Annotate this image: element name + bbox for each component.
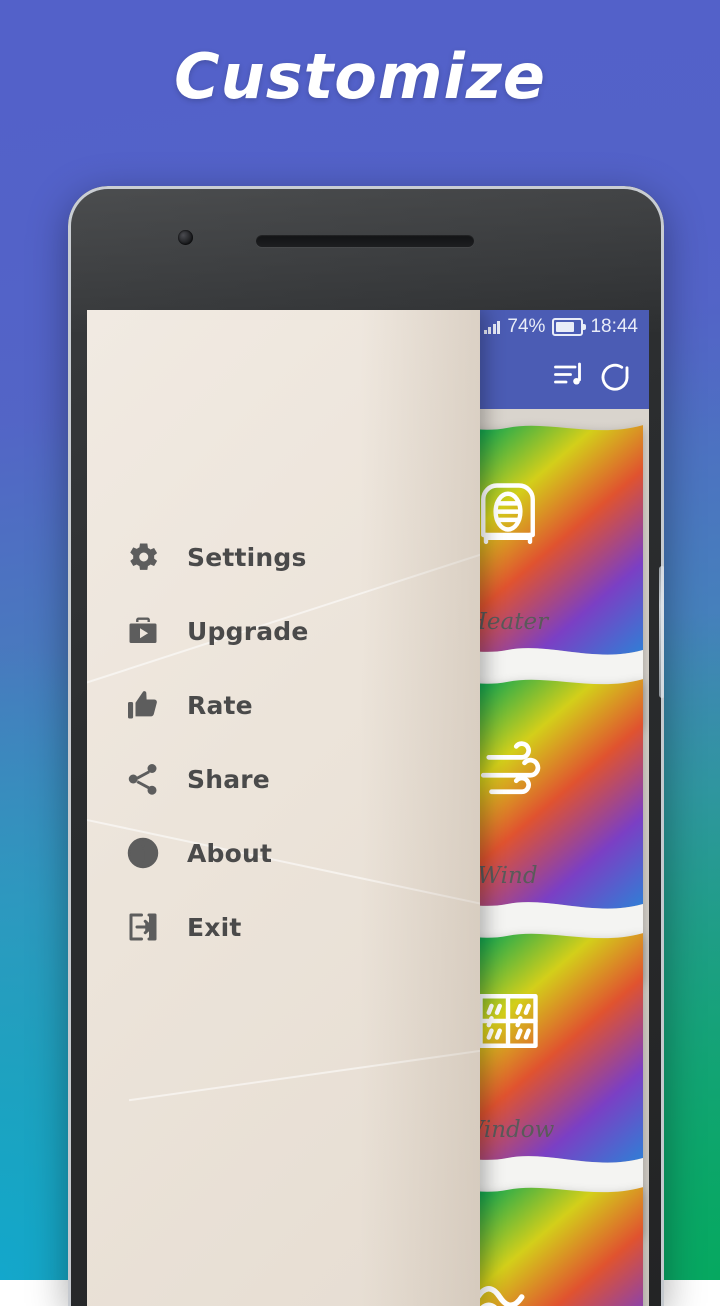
page-title: Customize <box>174 40 546 113</box>
drawer-item-label: Share <box>187 764 270 794</box>
thumbs-up-icon <box>121 683 165 727</box>
share-nodes-icon <box>121 757 165 801</box>
drawer-item-label: Exit <box>187 912 242 942</box>
drawer-item-label: About <box>187 838 273 868</box>
drawer-item-label: Settings <box>187 542 307 572</box>
signal-bars-icon <box>483 320 501 334</box>
battery-percent-label: 74% <box>507 315 546 337</box>
gear-icon <box>121 535 165 579</box>
drawer-item-label: Upgrade <box>187 616 309 646</box>
drawer-menu-list: Settings Upgrade Rate Share About Exit <box>87 520 480 964</box>
drawer-item-settings[interactable]: Settings <box>87 520 480 594</box>
phone-mockup: Fan Heater <box>68 186 664 1306</box>
drawer-item-exit[interactable]: Exit <box>87 890 480 964</box>
phone-screen: Fan Heater <box>87 310 649 1306</box>
power-button[interactable] <box>659 566 664 698</box>
drawer-item-upgrade[interactable]: Upgrade <box>87 594 480 668</box>
drawer-item-label: Rate <box>187 690 253 720</box>
playlist-music-icon[interactable] <box>551 358 587 394</box>
info-circle-icon <box>121 831 165 875</box>
drawer-item-about[interactable]: About <box>87 816 480 890</box>
navigation-drawer: Settings Upgrade Rate Share About Exit <box>87 310 481 1306</box>
briefcase-play-icon <box>121 609 165 653</box>
battery-icon <box>552 317 587 336</box>
drawer-item-rate[interactable]: Rate <box>87 668 480 742</box>
timer-icon[interactable] <box>597 358 633 394</box>
exit-arrow-icon <box>121 905 165 949</box>
drawer-item-share[interactable]: Share <box>87 742 480 816</box>
clock-label: 18:44 <box>590 315 638 337</box>
front-camera-icon <box>178 230 193 245</box>
earpiece-speaker <box>256 235 474 247</box>
